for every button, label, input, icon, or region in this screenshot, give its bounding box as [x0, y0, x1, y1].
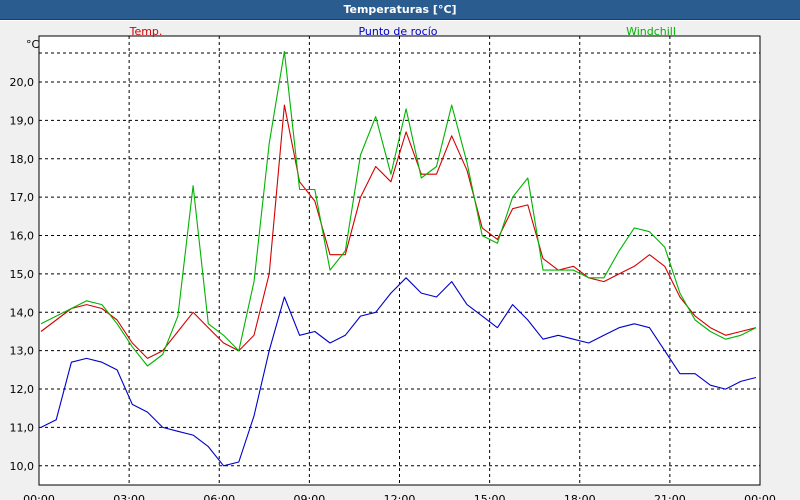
y-tick-labels: 10,0 11,0 12,0 13,0 14,0 15,0 16,0 17,0 18,0 19,0…	[10, 76, 35, 473]
y-tick-label: 14,0	[10, 306, 35, 319]
legend-windchill: Windchill	[626, 25, 676, 38]
legend-temp: Temp.	[129, 25, 163, 38]
x-tick-time: 15:00	[474, 493, 506, 500]
x-tick-time: 00:00	[23, 493, 55, 500]
y-tick-label: 12,0	[10, 383, 35, 396]
x-tick-labels: 00:0006/05/2603:0006/05/2606:0006/05/260…	[23, 493, 776, 500]
line-chart: 10,0 11,0 12,0 13,0 14,0 15,0 16,0 17,0 18,0 19,0…	[10, 25, 776, 500]
y-tick-label: 18,0	[10, 153, 35, 166]
x-tick-time: 12:00	[384, 493, 416, 500]
y-tick-label: 19,0	[10, 114, 35, 127]
chart-area: 10,0 11,0 12,0 13,0 14,0 15,0 16,0 17,0 18,0 19,0…	[0, 21, 800, 500]
y-axis-unit: °C	[26, 38, 40, 51]
y-tick-label: 20,0	[10, 76, 35, 89]
y-tick-label: 16,0	[10, 230, 35, 243]
x-tick-time: 00:00	[744, 493, 776, 500]
y-tick-label: 17,0	[10, 191, 35, 204]
y-tick-label: 11,0	[10, 421, 35, 434]
x-tick-time: 03:00	[113, 493, 145, 500]
y-tick-label: 10,0	[10, 460, 35, 473]
chart-title-bar: Temperaturas [°C]	[0, 0, 800, 20]
x-tick-time: 21:00	[654, 493, 686, 500]
x-tick-time: 06:00	[203, 493, 235, 500]
x-tick-time: 09:00	[294, 493, 326, 500]
x-tick-time: 18:00	[564, 493, 596, 500]
y-tick-label: 15,0	[10, 268, 35, 281]
chart-title: Temperaturas [°C]	[343, 3, 457, 16]
y-tick-label: 13,0	[10, 345, 35, 358]
legend-dew-point: Punto de rocío	[358, 25, 437, 38]
